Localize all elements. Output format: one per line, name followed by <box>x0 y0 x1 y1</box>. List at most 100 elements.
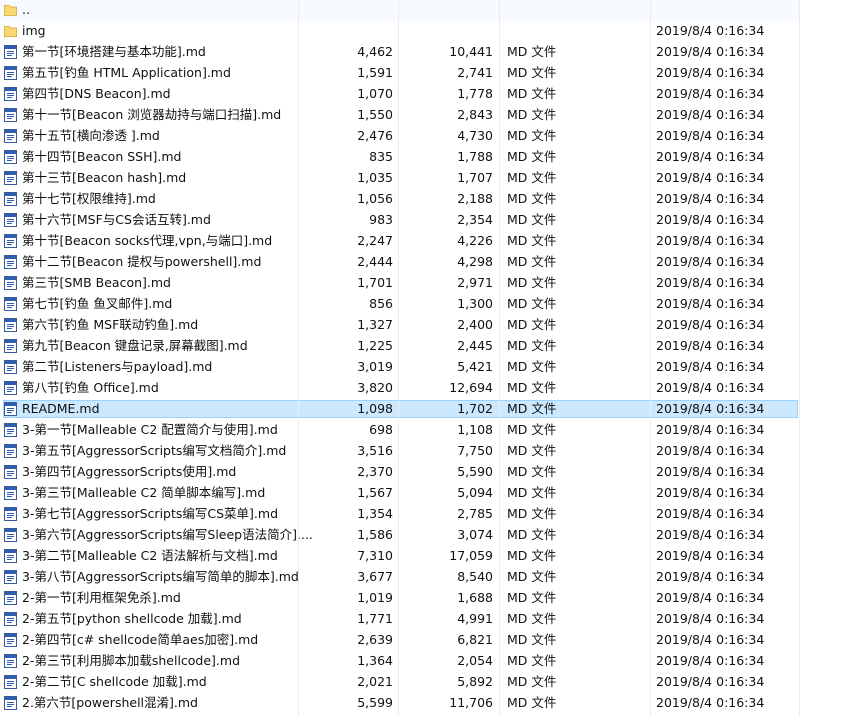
markdown-file-icon <box>4 87 17 101</box>
file-type: MD 文件 <box>507 170 557 185</box>
file-size-column-2: 1,788 <box>457 149 493 164</box>
file-row[interactable]: 第十三节[Beacon hash].md 1,035 1,707 MD 文件 2019/… <box>0 168 800 189</box>
file-size-column-1: 7,310 <box>357 548 393 563</box>
file-size-column-2: 12,694 <box>449 380 493 395</box>
file-size-column-2: 2,843 <box>457 107 493 122</box>
file-row[interactable]: 3-第一节[Malleable C2 配置简介与使用].md 698 1,108 MD… <box>0 420 800 441</box>
file-row[interactable]: 2-第四节[c# shellcode简单aes加密].md 2,639 6,821 M… <box>0 630 800 651</box>
file-size-column-1: 2,021 <box>357 674 393 689</box>
folder-icon <box>4 5 17 16</box>
file-type: MD 文件 <box>507 44 557 59</box>
file-size-column-2: 11,706 <box>449 695 493 710</box>
file-row[interactable]: 第四节[DNS Beacon].md 1,070 1,778 MD 文件 2019/8/… <box>0 84 800 105</box>
file-name: 第一节[环境搭建与基本功能].md <box>22 44 206 59</box>
file-row[interactable]: 第十七节[权限维持].md 1,056 2,188 MD 文件 2019/8/4 0:1… <box>0 189 800 210</box>
file-modified: 2019/8/4 0:16:34 <box>656 485 765 500</box>
file-type: MD 文件 <box>507 632 557 647</box>
file-row-selected[interactable]: README.md 1,098 1,702 MD 文件 2019/8/4 0:16:34 <box>0 399 800 420</box>
file-size-column-2: 1,108 <box>457 422 493 437</box>
file-name: 第五节[钓鱼 HTML Application].md <box>22 65 231 80</box>
markdown-file-icon <box>4 45 17 59</box>
file-name: 第二节[Listeners与payload].md <box>22 359 213 374</box>
file-name: 3-第八节[AggressorScripts编写简单的脚本].md <box>22 569 299 584</box>
markdown-file-icon <box>4 654 17 668</box>
file-size-column-2: 1,688 <box>457 590 493 605</box>
markdown-file-icon <box>4 423 17 437</box>
file-name: README.md <box>22 401 100 416</box>
file-modified: 2019/8/4 0:16:34 <box>656 653 765 668</box>
file-row[interactable]: 3-第六节[AggressorScripts编写Sleep语法简介].... 1,… <box>0 525 800 546</box>
file-row[interactable]: 2-第三节[利用脚本加载shellcode].md 1,364 2,054 MD 文件… <box>0 651 800 672</box>
file-row[interactable]: 第十二节[Beacon 提权与powershell].md 2,444 4,298 M… <box>0 252 800 273</box>
file-type: MD 文件 <box>507 653 557 668</box>
file-row[interactable]: 第七节[钓鱼 鱼叉邮件].md 856 1,300 MD 文件 2019/8/4 0:1… <box>0 294 800 315</box>
file-row[interactable]: 第十六节[MSF与CS会话互转].md 983 2,354 MD 文件 2019/8/4… <box>0 210 800 231</box>
parent-folder-row[interactable]: .. <box>0 0 800 21</box>
file-size-column-2: 17,059 <box>449 548 493 563</box>
file-size-column-2: 2,188 <box>457 191 493 206</box>
file-size-column-2: 4,730 <box>457 128 493 143</box>
file-row[interactable]: 3-第四节[AggressorScripts使用].md 2,370 5,590 MD… <box>0 462 800 483</box>
file-row[interactable]: 3-第五节[AggressorScripts编写文档简介].md 3,516 7,7… <box>0 441 800 462</box>
file-name: 第三节[SMB Beacon].md <box>22 275 171 290</box>
file-modified: 2019/8/4 0:16:34 <box>656 527 765 542</box>
file-size-column-1: 2,247 <box>357 233 393 248</box>
file-name: 3-第七节[AggressorScripts编写CS菜单].md <box>22 506 279 521</box>
file-type: MD 文件 <box>507 380 557 395</box>
file-row[interactable]: 第十四节[Beacon SSH].md 835 1,788 MD 文件 2019/8/4… <box>0 147 800 168</box>
markdown-file-icon <box>4 213 17 227</box>
file-row[interactable]: 3-第七节[AggressorScripts编写CS菜单].md 1,354 2,7… <box>0 504 800 525</box>
markdown-file-icon <box>4 255 17 269</box>
folder-row-img[interactable]: img 2019/8/4 0:16:34 <box>0 21 800 42</box>
markdown-file-icon <box>4 150 17 164</box>
file-modified: 2019/8/4 0:16:34 <box>656 275 765 290</box>
file-row[interactable]: 3-第八节[AggressorScripts编写简单的脚本].md 3,677 8,… <box>0 567 800 588</box>
file-size-column-1: 698 <box>369 422 393 437</box>
file-name: 第十节[Beacon socks代理,vpn,与端口].md <box>22 233 273 248</box>
file-row[interactable]: 3-第三节[Malleable C2 简单脚本编写].md 1,567 5,094 M… <box>0 483 800 504</box>
file-row[interactable]: 2-第二节[C shellcode 加载].md 2,021 5,892 MD 文件 2… <box>0 672 800 693</box>
file-row[interactable]: 第九节[Beacon 键盘记录,屏幕截图].md 1,225 2,445 MD 文件 2… <box>0 336 800 357</box>
file-modified: 2019/8/4 0:16:34 <box>656 191 765 206</box>
file-row[interactable]: 第六节[钓鱼 MSF联动钓鱼].md 1,327 2,400 MD 文件 2019/8/… <box>0 315 800 336</box>
markdown-file-icon <box>4 381 17 395</box>
file-modified: 2019/8/4 0:16:34 <box>656 443 765 458</box>
file-type: MD 文件 <box>507 359 557 374</box>
column-divider <box>499 0 500 716</box>
markdown-file-icon <box>4 465 17 479</box>
file-row[interactable]: 2-第五节[python shellcode 加载].md 1,771 4,991 M… <box>0 609 800 630</box>
file-type: MD 文件 <box>507 506 557 521</box>
column-divider <box>799 0 800 716</box>
file-size-column-1: 3,019 <box>357 359 393 374</box>
markdown-file-icon <box>4 612 17 626</box>
file-modified: 2019/8/4 0:16:34 <box>656 569 765 584</box>
file-size-column-1: 1,567 <box>357 485 393 500</box>
file-modified: 2019/8/4 0:16:34 <box>656 506 765 521</box>
file-size-column-2: 4,298 <box>457 254 493 269</box>
markdown-file-icon <box>4 675 17 689</box>
file-row[interactable]: 第五节[钓鱼 HTML Application].md 1,591 2,741 MD … <box>0 63 800 84</box>
file-row[interactable]: 第八节[钓鱼 Office].md 3,820 12,694 MD 文件 2019/8/… <box>0 378 800 399</box>
file-row[interactable]: 第三节[SMB Beacon].md 1,701 2,971 MD 文件 2019/8/… <box>0 273 800 294</box>
file-row[interactable]: 第十节[Beacon socks代理,vpn,与端口].md 2,247 4,226… <box>0 231 800 252</box>
file-size-column-1: 2,476 <box>357 128 393 143</box>
file-type: MD 文件 <box>507 86 557 101</box>
file-row[interactable]: 2-第一节[利用框架免杀].md 1,019 1,688 MD 文件 2019/8/4 … <box>0 588 800 609</box>
file-row[interactable]: 第二节[Listeners与payload].md 3,019 5,421 MD 文件… <box>0 357 800 378</box>
markdown-file-icon <box>4 507 17 521</box>
markdown-file-icon <box>4 318 17 332</box>
file-size-column-2: 2,785 <box>457 506 493 521</box>
file-row[interactable]: 3-第二节[Malleable C2 语法解析与文档].md 7,310 17,05… <box>0 546 800 567</box>
file-row[interactable]: 2.第六节[powershell混淆].md 5,599 11,706 MD 文件 20… <box>0 693 800 714</box>
markdown-file-icon <box>4 66 17 80</box>
file-row[interactable]: 第一节[环境搭建与基本功能].md 4,462 10,441 MD 文件 2019/8/… <box>0 42 800 63</box>
file-name: 2-第二节[C shellcode 加载].md <box>22 674 207 689</box>
file-row[interactable]: 第十五节[横向渗透 ].md 2,476 4,730 MD 文件 2019/8/4 0:… <box>0 126 800 147</box>
file-size-column-2: 8,540 <box>457 569 493 584</box>
file-size-column-2: 1,778 <box>457 86 493 101</box>
markdown-file-icon <box>4 171 17 185</box>
file-row[interactable]: 第十一节[Beacon 浏览器劫持与端口扫描].md 1,550 2,843 MD 文… <box>0 105 800 126</box>
file-type: MD 文件 <box>507 527 557 542</box>
file-name: 第九节[Beacon 键盘记录,屏幕截图].md <box>22 338 248 353</box>
file-size-column-1: 3,820 <box>357 380 393 395</box>
